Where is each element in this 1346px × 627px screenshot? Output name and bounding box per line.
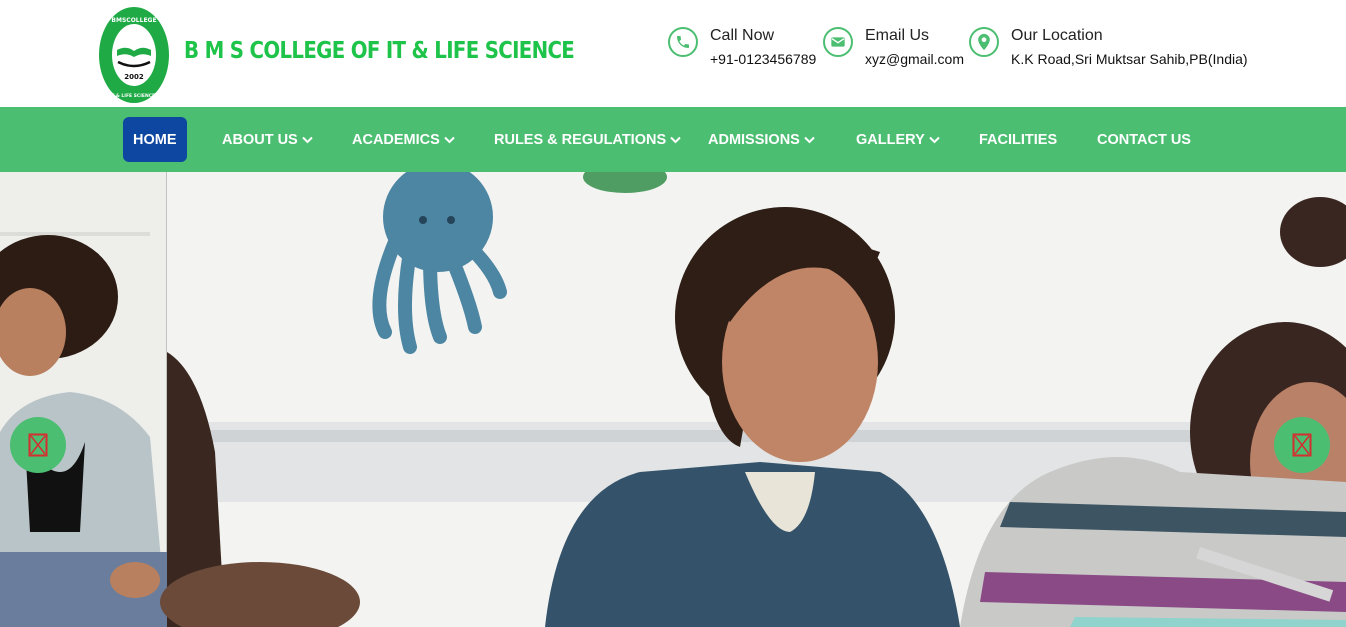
logo-year: 2002	[124, 73, 144, 81]
location-pin-icon	[969, 27, 999, 57]
contact-location[interactable]: Our Location K.K Road,Sri Muktsar Sahib,…	[969, 26, 1248, 68]
nav-label: ACADEMICS	[352, 131, 440, 148]
nav-label: ADMISSIONS	[708, 131, 800, 148]
nav-label: HOME	[133, 131, 177, 148]
slider-prev-button[interactable]	[10, 417, 66, 473]
broken-image-icon	[1292, 433, 1312, 457]
envelope-icon	[823, 27, 853, 57]
location-address: K.K Road,Sri Muktsar Sahib,PB(India)	[1011, 51, 1248, 67]
chevron-down-icon	[670, 136, 681, 143]
chevron-down-icon	[302, 136, 313, 143]
contact-title: Call Now	[710, 27, 775, 44]
nav-gallery[interactable]: GALLERY	[856, 107, 940, 172]
nav-about-us[interactable]: ABOUT US	[222, 107, 313, 172]
logo-ring-bottom: IT & LIFE SCIENCES	[110, 93, 159, 99]
nav-label: CONTACT US	[1097, 131, 1191, 148]
chevron-down-icon	[929, 136, 940, 143]
nav-label: RULES & REGULATIONS	[494, 131, 667, 148]
contact-email[interactable]: Email Us xyz@gmail.com	[823, 26, 964, 68]
college-name[interactable]: B M S COLLEGE OF IT & LIFE SCIENCE	[184, 38, 575, 64]
chevron-down-icon	[444, 136, 455, 143]
nav-academics[interactable]: ACADEMICS	[352, 107, 455, 172]
logo-ring-top: BMSCOLLEGE	[111, 17, 156, 24]
email-address[interactable]: xyz@gmail.com	[865, 50, 964, 68]
phone-icon	[668, 27, 698, 57]
main-nav: HOME ABOUT US ACADEMICS RULES & REGULATI…	[0, 107, 1346, 172]
nav-contact-us[interactable]: CONTACT US	[1097, 107, 1191, 172]
hero-slider	[0, 172, 1346, 627]
nav-rules-regulations[interactable]: RULES & REGULATIONS	[494, 107, 681, 172]
slider-next-button[interactable]	[1274, 417, 1330, 473]
nav-facilities[interactable]: FACILITIES	[979, 107, 1057, 172]
contact-title: Our Location	[1011, 27, 1103, 44]
site-header: 2002 BMSCOLLEGE IT & LIFE SCIENCES B M S…	[0, 0, 1346, 107]
broken-image-icon	[28, 433, 48, 457]
contact-title: Email Us	[865, 27, 930, 44]
nav-label: GALLERY	[856, 131, 925, 148]
nav-admissions[interactable]: ADMISSIONS	[708, 107, 815, 172]
contact-call[interactable]: Call Now +91-0123456789	[668, 26, 816, 68]
nav-label: FACILITIES	[979, 131, 1058, 148]
nav-label: ABOUT US	[222, 131, 298, 148]
chevron-down-icon	[804, 136, 815, 143]
nav-home[interactable]: HOME	[123, 117, 187, 162]
phone-number[interactable]: +91-0123456789	[710, 50, 816, 68]
hero-slide-image	[0, 172, 1346, 627]
college-logo[interactable]: 2002 BMSCOLLEGE IT & LIFE SCIENCES	[98, 6, 170, 104]
